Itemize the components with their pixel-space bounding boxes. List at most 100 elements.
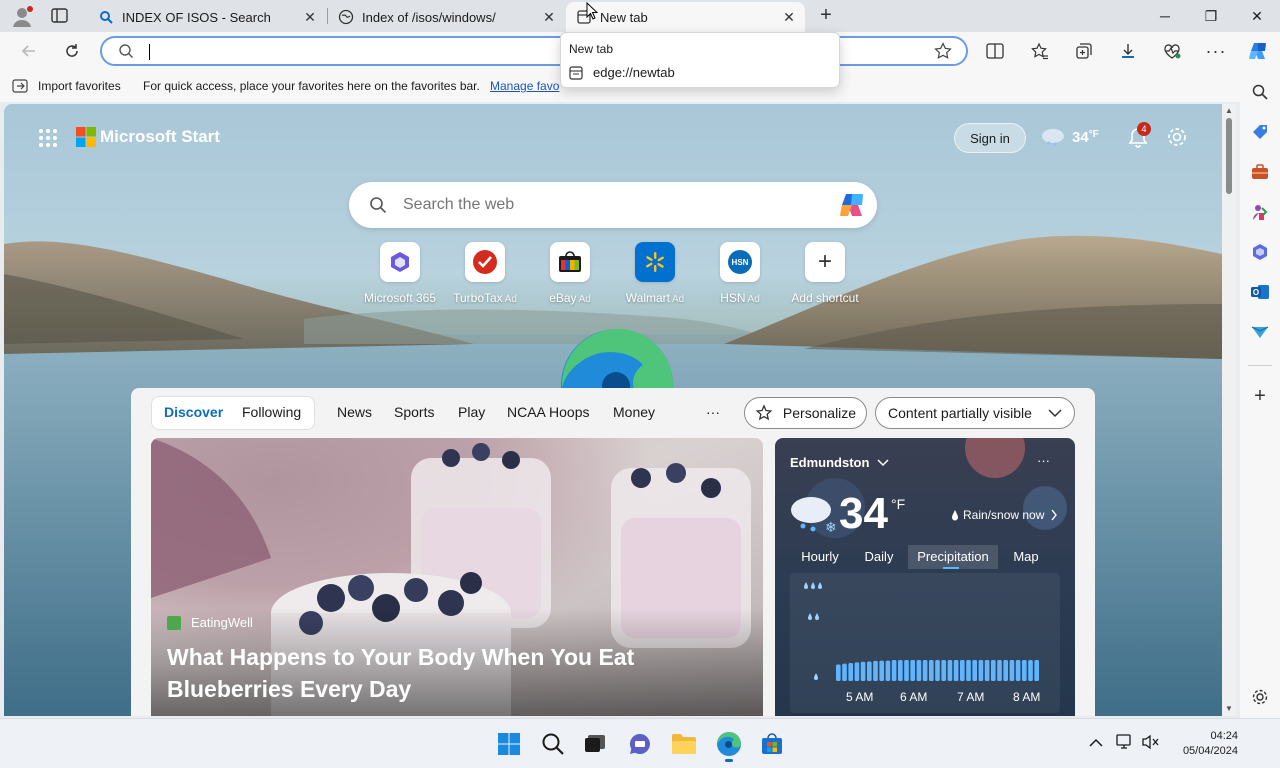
tab-discover[interactable]: Discover xyxy=(164,404,223,420)
start-menu-icon[interactable] xyxy=(496,731,522,757)
article-headline[interactable]: What Happens to Your Body When You Eat B… xyxy=(167,641,727,705)
notifications-bell-icon[interactable]: 4 xyxy=(1127,122,1151,150)
sidebar-send-icon[interactable] xyxy=(1248,320,1272,344)
favorite-star-icon[interactable] xyxy=(934,42,952,63)
system-clock[interactable]: 04:24 05/04/2024 xyxy=(1183,729,1238,759)
web-search-box[interactable] xyxy=(349,182,877,228)
precip-bar xyxy=(867,661,872,681)
restore-button[interactable]: ❐ xyxy=(1188,0,1234,32)
weather-condition[interactable]: Rain/snow now xyxy=(951,508,1058,522)
weather-tab-hourly[interactable]: Hourly xyxy=(790,545,850,569)
microsoft-store-icon[interactable] xyxy=(759,731,785,757)
weather-card[interactable]: Edmundston ··· ❄ 34 °F Rain/snow now Hou… xyxy=(775,438,1075,716)
hero-article-card[interactable]: EatingWell What Happens to Your Body Whe… xyxy=(151,438,763,716)
brand-name: Microsoft Start xyxy=(100,127,220,146)
precip-bar xyxy=(848,663,853,681)
minimize-button[interactable]: ─ xyxy=(1142,0,1188,32)
sidebar-search-icon[interactable] xyxy=(1248,80,1272,104)
apps-launcher-icon[interactable] xyxy=(38,128,58,151)
close-window-button[interactable]: ✕ xyxy=(1234,0,1280,32)
precip-bar xyxy=(1022,660,1027,681)
weather-widget[interactable]: 34 °F xyxy=(1040,126,1099,148)
weather-location[interactable]: Edmundston xyxy=(790,455,889,470)
personalize-button[interactable]: Personalize xyxy=(744,397,867,429)
tab-sports[interactable]: Sports xyxy=(394,404,434,420)
scroll-up-icon[interactable]: ▲ xyxy=(1225,106,1233,115)
tab-ncaa-hoops[interactable]: NCAA Hoops xyxy=(507,404,589,420)
manage-favorites-link[interactable]: Manage favo xyxy=(490,79,559,93)
teams-chat-icon[interactable] xyxy=(627,731,653,757)
sign-in-button[interactable]: Sign in xyxy=(954,123,1026,153)
workspaces-icon[interactable] xyxy=(50,7,70,25)
microsoft-start-logo[interactable]: Microsoft Start xyxy=(76,127,220,147)
file-explorer-icon[interactable] xyxy=(671,731,697,757)
shortcut-microsoft-365[interactable]: Microsoft 365 xyxy=(358,242,442,305)
close-icon[interactable]: ✕ xyxy=(781,9,797,25)
shortcut-hsn[interactable]: HSN HSN Ad xyxy=(698,242,782,305)
refresh-button[interactable] xyxy=(57,36,87,66)
more-tabs-icon[interactable]: ··· xyxy=(706,404,720,420)
tab-index-of-isos-search[interactable]: INDEX OF ISOS - Search ✕ xyxy=(88,2,326,32)
performance-icon[interactable] xyxy=(1157,36,1187,66)
tab-following[interactable]: Following xyxy=(242,404,301,420)
sidebar-outlook-icon[interactable]: O xyxy=(1248,280,1272,304)
page-settings-icon[interactable] xyxy=(1166,126,1188,151)
taskbar-edge-icon[interactable] xyxy=(716,731,742,762)
page-icon xyxy=(569,65,583,80)
more-options-icon[interactable]: ··· xyxy=(1201,36,1231,66)
weather-temp: 34 xyxy=(839,489,888,538)
split-screen-icon[interactable] xyxy=(980,36,1010,66)
scroll-down-icon[interactable]: ▼ xyxy=(1225,704,1233,713)
sidebar-settings-icon[interactable] xyxy=(1248,685,1272,709)
taskbar-search-icon[interactable] xyxy=(540,731,566,757)
tab-news[interactable]: News xyxy=(337,404,372,420)
edge-logo-icon xyxy=(560,328,674,388)
sidebar-m365-icon[interactable] xyxy=(1248,240,1272,264)
close-icon[interactable]: ✕ xyxy=(302,9,318,25)
network-icon[interactable] xyxy=(1116,734,1134,753)
collections-icon[interactable] xyxy=(1069,36,1099,66)
tab-new-tab[interactable]: New tab ✕ xyxy=(566,2,805,32)
tab-money[interactable]: Money xyxy=(613,404,655,420)
sidebar-tools-icon[interactable] xyxy=(1248,160,1272,184)
scroll-thumb[interactable] xyxy=(1226,118,1232,194)
profile-icon[interactable] xyxy=(10,5,34,29)
web-search-input[interactable] xyxy=(403,194,803,216)
page-scrollbar[interactable]: ▲ ▼ xyxy=(1222,104,1236,716)
weather-tab-precipitation[interactable]: Precipitation xyxy=(908,545,998,569)
downloads-icon[interactable] xyxy=(1113,36,1143,66)
copilot-icon[interactable] xyxy=(837,192,867,221)
weather-tabs: Hourly Daily Precipitation Map xyxy=(790,545,1060,569)
sidebar-add-icon[interactable]: + xyxy=(1248,384,1272,408)
shortcut-turbotax[interactable]: TurboTax Ad xyxy=(443,242,527,305)
weather-tab-daily[interactable]: Daily xyxy=(850,545,908,569)
hover-card-title: New tab xyxy=(569,42,614,56)
import-favorites-button[interactable]: Import favorites xyxy=(12,78,121,94)
tab-title: INDEX OF ISOS - Search xyxy=(122,9,271,25)
content-visibility-dropdown[interactable]: Content partially visible xyxy=(875,397,1075,429)
svg-text:❄: ❄ xyxy=(825,520,837,534)
task-view-icon[interactable] xyxy=(582,731,608,757)
weather-more-icon[interactable]: ··· xyxy=(1037,453,1050,468)
copilot-icon[interactable] xyxy=(1243,36,1273,66)
show-hidden-icons-chevron-up-icon[interactable] xyxy=(1089,736,1103,751)
shortcut-label: TurboTax xyxy=(453,291,503,305)
article-source[interactable]: EatingWell xyxy=(167,615,253,630)
volume-muted-icon[interactable] xyxy=(1142,734,1160,753)
shortcut-add[interactable]: + Add shortcut xyxy=(783,242,867,305)
tab-index-of-isos-windows[interactable]: Index of /isos/windows/ ✕ xyxy=(328,2,565,32)
shortcut-ebay[interactable]: eBay Ad xyxy=(528,242,612,305)
sidebar-games-icon[interactable] xyxy=(1248,200,1272,224)
sidebar-shopping-icon[interactable] xyxy=(1248,120,1272,144)
personalize-label: Personalize xyxy=(782,405,857,421)
hover-card-url: edge://newtab xyxy=(569,65,675,80)
back-button[interactable] xyxy=(14,36,44,66)
precip-bar xyxy=(941,660,946,681)
tab-play[interactable]: Play xyxy=(458,404,485,420)
shortcut-walmart[interactable]: Walmart Ad xyxy=(613,242,697,305)
weather-tab-map[interactable]: Map xyxy=(998,545,1054,569)
precip-bar xyxy=(960,660,965,681)
close-icon[interactable]: ✕ xyxy=(541,9,557,25)
new-tab-button[interactable]: + xyxy=(812,5,840,26)
favorites-icon[interactable] xyxy=(1025,36,1055,66)
